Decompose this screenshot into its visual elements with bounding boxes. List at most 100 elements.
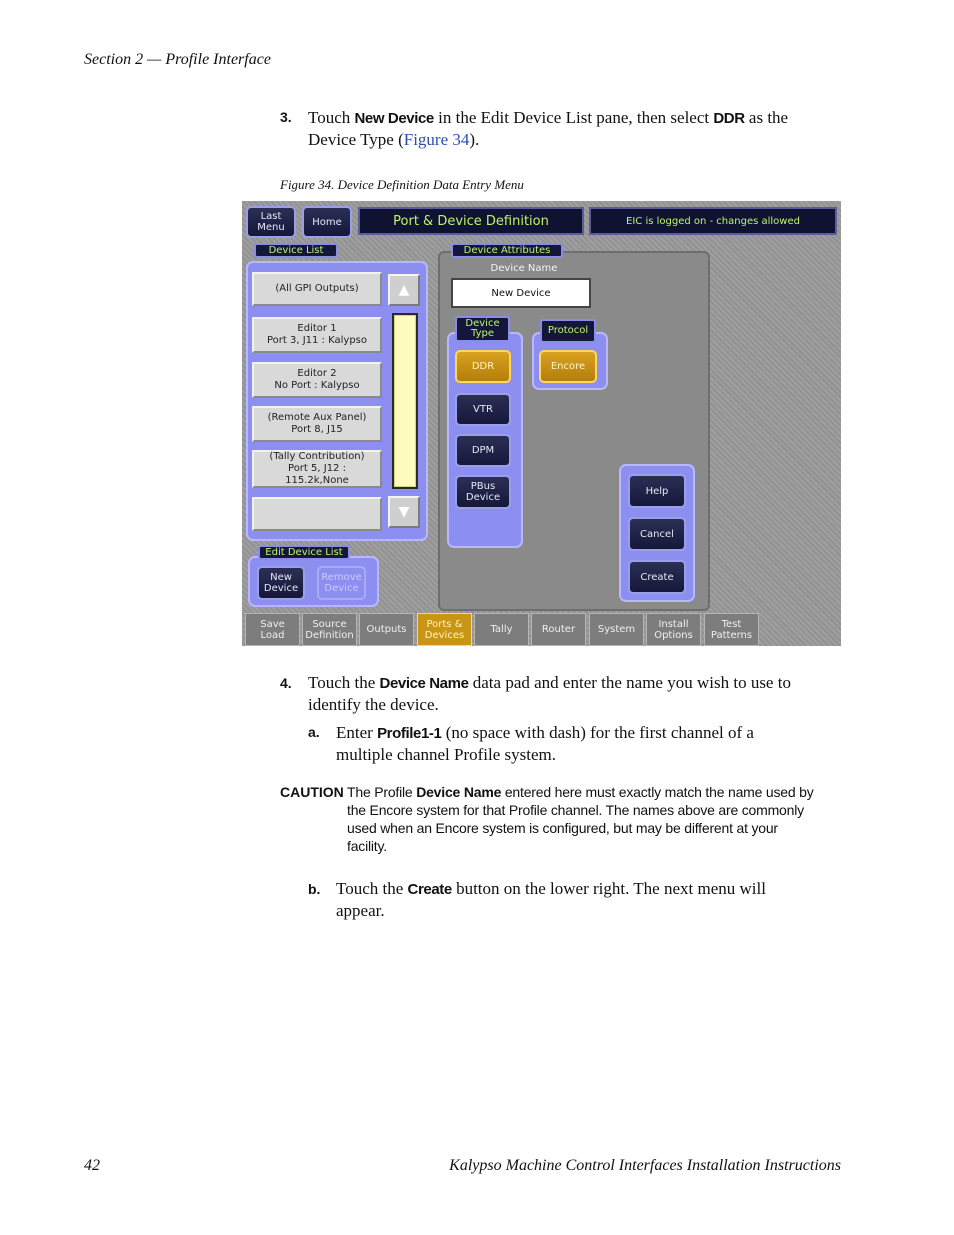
arrow-down-icon: ▼ xyxy=(398,504,410,520)
edit-device-list-label: Edit Device List xyxy=(258,545,350,560)
text-run: Touch the xyxy=(336,879,408,898)
encore-protocol-button[interactable]: Encore xyxy=(539,350,597,383)
arrow-up-icon: ▲ xyxy=(398,282,410,298)
ddr-button[interactable]: DDR xyxy=(455,350,511,383)
tab-line: Outputs xyxy=(366,624,407,635)
text-run: multiple channel Profile system. xyxy=(336,745,557,764)
list-item-line: Port 5, J12 : xyxy=(288,463,346,474)
list-item-line: Editor 2 xyxy=(297,368,337,379)
tab-line: System xyxy=(597,624,636,635)
help-button[interactable]: Help xyxy=(628,474,686,508)
tab-outputs[interactable]: Outputs xyxy=(359,613,414,646)
scrollbar-track[interactable] xyxy=(392,313,418,489)
text-run: button on the lower right. The next menu… xyxy=(451,879,766,898)
scrollbar-thumb[interactable] xyxy=(394,315,416,487)
tab-line: Load xyxy=(260,629,285,641)
list-item[interactable]: (Tally Contribution) Port 5, J12 :115.2k,… xyxy=(252,450,382,488)
menu-title: Port & Device Definition xyxy=(358,207,584,235)
figure-link[interactable]: Figure 34 xyxy=(404,130,470,149)
step-4-text: Touch the Device Name data pad and enter… xyxy=(308,672,848,715)
device-list-label: Device List xyxy=(254,243,338,258)
remove-device-button[interactable]: Remove Device xyxy=(317,566,366,600)
tab-line: Patterns xyxy=(710,629,753,641)
tab-test-patterns[interactable]: Test Patterns xyxy=(704,613,759,646)
protocol-label: Protocol xyxy=(540,319,596,343)
keyword-ddr: DDR xyxy=(713,110,745,127)
step-number: 4. xyxy=(280,675,292,691)
list-item[interactable] xyxy=(252,497,382,531)
keyword-device-name: Device Name xyxy=(379,675,469,692)
list-item[interactable]: Editor 1 Port 3, J11 : Kalypso xyxy=(252,317,382,353)
list-item[interactable]: (Remote Aux Panel) Port 8, J15 xyxy=(252,406,382,442)
create-button[interactable]: Create xyxy=(628,560,686,594)
figure-caption: Figure 34. Device Definition Data Entry … xyxy=(280,177,524,192)
list-item-line: (Remote Aux Panel) xyxy=(267,412,367,423)
tab-line: Tally xyxy=(490,624,513,635)
text-run: identify the device. xyxy=(308,695,439,714)
tab-line: Save xyxy=(260,618,285,630)
tab-install-options[interactable]: Install Options xyxy=(646,613,701,646)
tab-save-load[interactable]: Save Load xyxy=(245,613,300,646)
list-item-line: Editor 1 xyxy=(297,323,337,334)
scroll-down-button[interactable]: ▼ xyxy=(388,496,420,528)
pbus-device-button[interactable]: PBus Device xyxy=(455,475,511,509)
text-run: facility. xyxy=(347,838,387,854)
list-item-line: Port 3, J11 : Kalypso xyxy=(266,335,367,346)
tab-line: Install xyxy=(658,618,689,630)
step-4b-text: Touch the Create button on the lower rig… xyxy=(336,878,846,921)
step-4a-text: Enter Profile1-1 (no space with dash) fo… xyxy=(336,722,846,765)
scroll-up-button[interactable]: ▲ xyxy=(388,274,420,306)
tab-tally[interactable]: Tally xyxy=(474,613,529,646)
list-item[interactable]: Editor 2 No Port : Kalypso xyxy=(252,362,382,398)
tab-line: Options xyxy=(654,629,693,641)
tab-line: Test xyxy=(721,618,742,630)
list-item-line: 115.2k,None xyxy=(285,475,349,486)
tab-line: Ports & xyxy=(426,618,463,630)
text-run: the Encore system for that Profile chann… xyxy=(347,802,804,818)
home-button[interactable]: Home xyxy=(302,206,352,238)
text-run: in the Edit Device List pane, then selec… xyxy=(433,108,714,127)
device-name-input[interactable]: New Device xyxy=(451,278,591,308)
text-run: Device Type ( xyxy=(308,130,404,149)
device-definition-screenshot: Last Menu Home Port & Device Definition … xyxy=(242,201,841,646)
new-device-button[interactable]: New Device xyxy=(257,566,305,600)
page-number: 42 xyxy=(84,1157,100,1174)
list-item-line: (Tally Contribution) xyxy=(269,451,365,462)
list-item-line: Port 8, J15 xyxy=(291,424,343,435)
text-run: The Profile xyxy=(347,784,417,800)
keyword-profile1-1: Profile1-1 xyxy=(377,725,442,742)
running-header: Section 2 — Profile Interface xyxy=(84,51,271,68)
list-item[interactable]: (All GPI Outputs) xyxy=(252,272,382,306)
text-run: (no space with dash) for the first chann… xyxy=(441,723,754,742)
status-message: EIC is logged on - changes allowed xyxy=(589,207,837,235)
tab-router[interactable]: Router xyxy=(531,613,586,646)
step-3-text: Touch New Device in the Edit Device List… xyxy=(308,107,848,150)
text-run: as the xyxy=(744,108,789,127)
device-attributes-label: Device Attributes xyxy=(451,243,563,258)
list-item-line: No Port : Kalypso xyxy=(274,380,360,391)
document-title: Kalypso Machine Control Interfaces Insta… xyxy=(449,1157,841,1174)
text-run: appear. xyxy=(336,901,385,920)
dpm-button[interactable]: DPM xyxy=(455,434,511,467)
text-run: Touch xyxy=(308,108,355,127)
device-type-label: Device Type xyxy=(455,316,510,342)
step-letter: b. xyxy=(308,881,321,897)
step-letter: a. xyxy=(308,724,320,740)
tab-line: Devices xyxy=(424,629,465,641)
list-item-line: (All GPI Outputs) xyxy=(275,283,359,294)
text-run: Enter xyxy=(336,723,378,742)
last-menu-button[interactable]: Last Menu xyxy=(246,206,296,238)
text-run: Touch the xyxy=(308,673,380,692)
vtr-button[interactable]: VTR xyxy=(455,393,511,426)
tab-source-definition[interactable]: Source Definition xyxy=(302,613,357,646)
text-run: data pad and enter the name you wish to … xyxy=(468,673,791,692)
tab-system[interactable]: System xyxy=(589,613,644,646)
cancel-button[interactable]: Cancel xyxy=(628,517,686,551)
text-run: used when an Encore system is configured… xyxy=(347,820,778,836)
keyword-create: Create xyxy=(407,881,453,898)
text-run: entered here must exactly match the name… xyxy=(501,784,814,800)
tab-line: Source xyxy=(312,618,347,630)
keyword-device-name: Device Name xyxy=(416,784,502,800)
tab-ports-devices[interactable]: Ports & Devices xyxy=(417,613,472,646)
keyword-new-device: New Device xyxy=(354,110,435,127)
